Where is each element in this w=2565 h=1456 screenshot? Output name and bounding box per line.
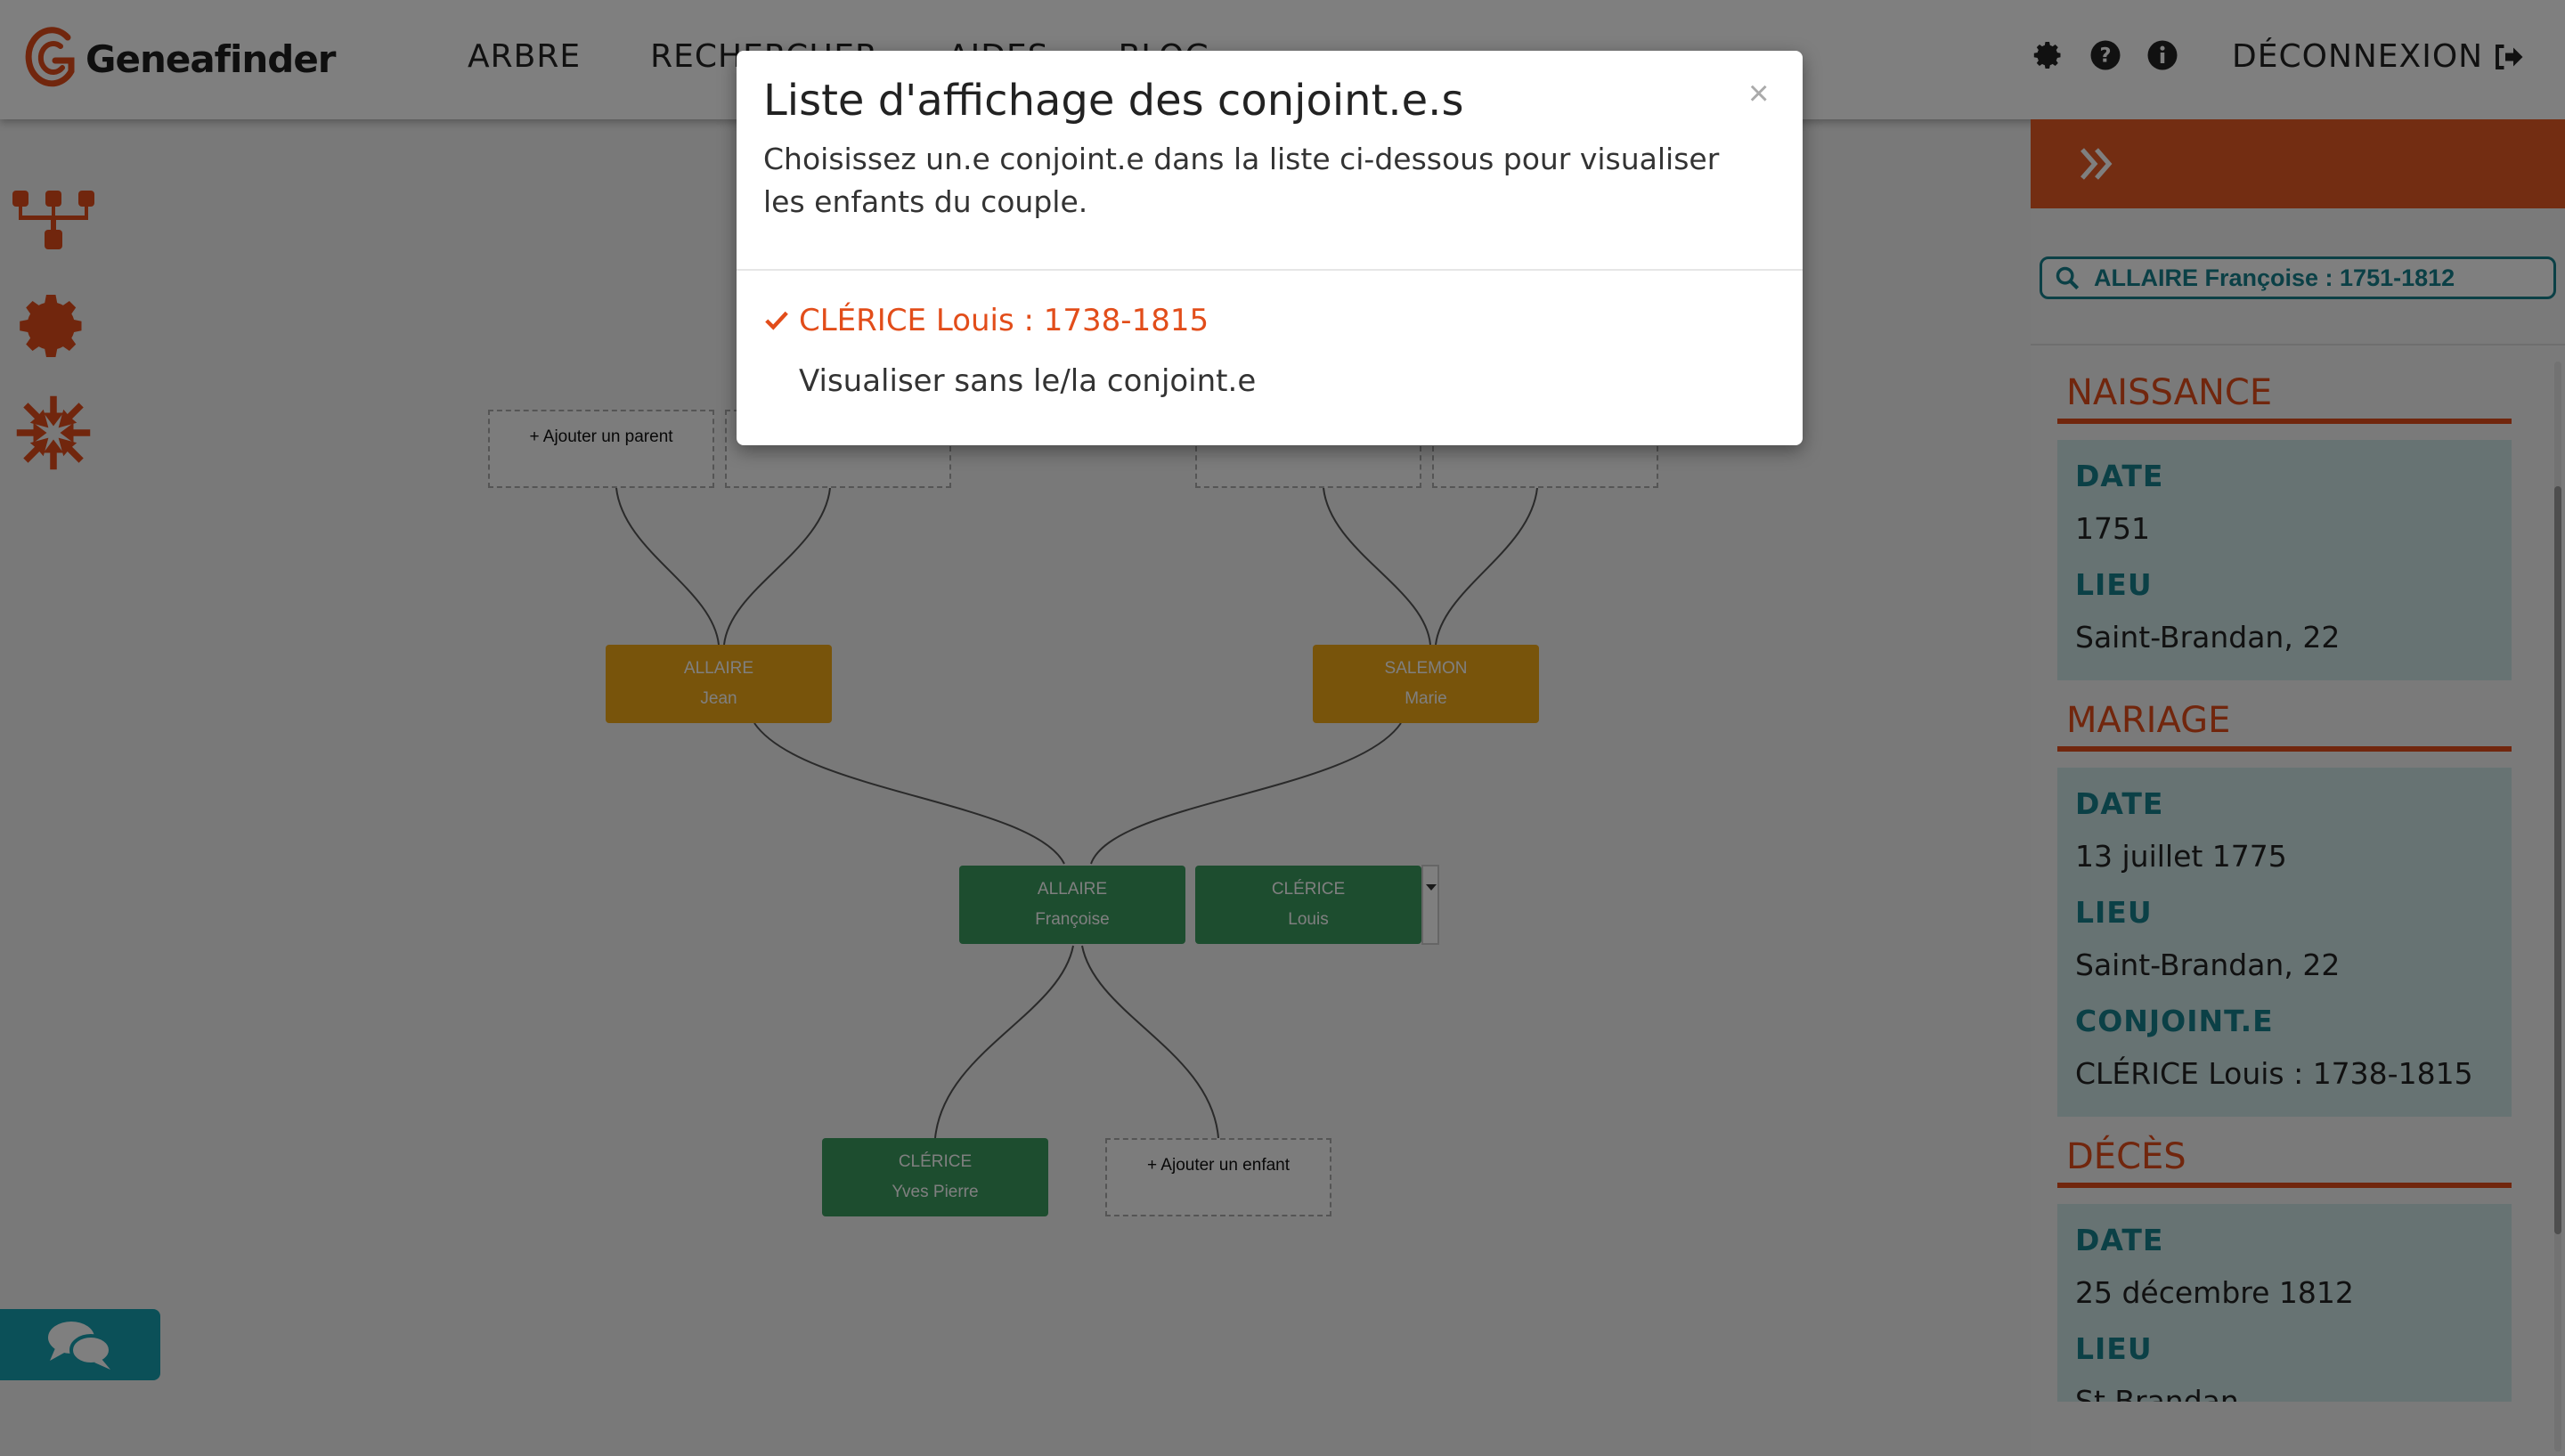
close-icon[interactable]: × — [1748, 72, 1769, 115]
modal-description: Choisissez un.e conjoint.e dans la liste… — [763, 142, 1720, 219]
spouse-option-none[interactable]: Visualiser sans le/la conjoint.e — [799, 359, 1256, 403]
modal-title: Liste d'affichage des conjoint.e.s — [763, 76, 1464, 126]
modal-header: Liste d'affichage des conjoint.e.s × Cho… — [737, 51, 1803, 271]
spouse-list-modal: Liste d'affichage des conjoint.e.s × Cho… — [737, 51, 1803, 445]
spouse-option-selected[interactable]: CLÉRICE Louis : 1738-1815 — [763, 298, 1209, 343]
check-icon — [765, 311, 788, 330]
spouse-option-label: CLÉRICE Louis : 1738-1815 — [799, 303, 1209, 338]
spouse-option-label: Visualiser sans le/la conjoint.e — [799, 363, 1257, 399]
